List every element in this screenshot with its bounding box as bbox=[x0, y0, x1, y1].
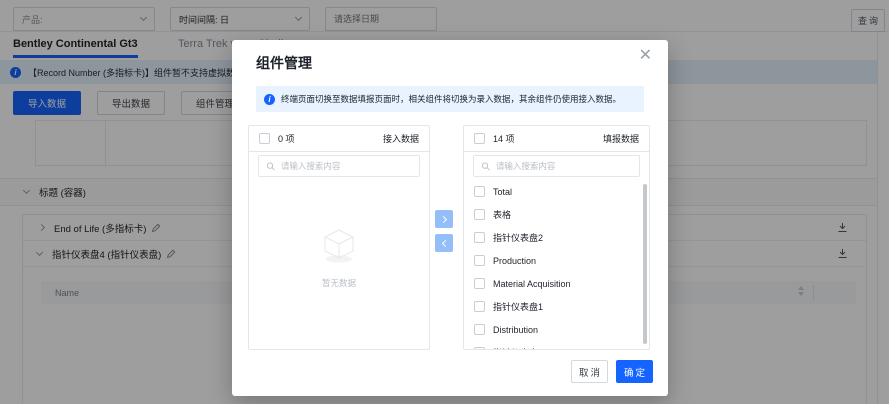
alert-text: 终端页面切换至数据填报页面时，相关组件将切换为录入数据，其余组件仍使用接入数据。 bbox=[281, 94, 622, 104]
source-search-input[interactable] bbox=[280, 161, 412, 171]
component-list-item[interactable]: Material Acquisition bbox=[464, 272, 649, 295]
item-checkbox[interactable] bbox=[474, 186, 485, 197]
source-search-box bbox=[258, 155, 420, 177]
search-icon bbox=[266, 161, 275, 170]
item-checkbox[interactable] bbox=[474, 209, 485, 220]
target-search-input[interactable] bbox=[495, 161, 632, 171]
cancel-button[interactable]: 取消 bbox=[571, 360, 608, 383]
select-all-checkbox[interactable] bbox=[259, 133, 270, 144]
item-label: 指针仪表盘 bbox=[493, 346, 538, 349]
target-search-box bbox=[473, 155, 640, 177]
component-list-item[interactable]: 指针仪表盘 bbox=[464, 341, 649, 349]
component-list-item[interactable]: 指针仪表盘2 bbox=[464, 226, 649, 249]
list-scrollbar[interactable] bbox=[643, 184, 647, 344]
empty-state: 暂无数据 bbox=[249, 226, 429, 289]
item-label: Production bbox=[493, 255, 537, 266]
target-type-label: 填报数据 bbox=[602, 134, 639, 144]
item-checkbox[interactable] bbox=[474, 255, 485, 266]
component-list-item[interactable]: Production bbox=[464, 249, 649, 272]
modal-title: 组件管理 bbox=[256, 55, 312, 71]
item-checkbox[interactable] bbox=[474, 324, 485, 335]
item-label: Total bbox=[493, 186, 513, 197]
select-all-checkbox[interactable] bbox=[474, 133, 485, 144]
item-label: 表格 bbox=[493, 210, 512, 220]
move-left-button[interactable] bbox=[435, 234, 453, 252]
component-manage-modal: 组件管理 ✕ i 终端页面切换至数据填报页面时，相关组件将切换为录入数据，其余组… bbox=[232, 40, 668, 396]
target-panel-header: 14 项 填报数据 bbox=[464, 126, 649, 152]
item-label: Material Acquisition bbox=[493, 278, 571, 289]
empty-box-icon bbox=[324, 229, 354, 263]
component-list: Total 表格 指针仪表盘2 Production Material Acqu… bbox=[464, 180, 649, 349]
confirm-button[interactable]: 确定 bbox=[616, 360, 653, 383]
info-icon: i bbox=[264, 93, 275, 105]
component-list-item[interactable]: Total bbox=[464, 180, 649, 203]
item-label: 指针仪表盘1 bbox=[493, 302, 544, 312]
component-list-item[interactable]: 指针仪表盘1 bbox=[464, 295, 649, 318]
screen: 产品: 时间间隔: 日 查询 Bentley Continental Gt3 T… bbox=[0, 0, 889, 404]
component-list-item[interactable]: 表格 bbox=[464, 203, 649, 226]
target-panel: 14 项 填报数据 Total bbox=[463, 125, 650, 350]
close-icon[interactable]: ✕ bbox=[639, 48, 652, 64]
search-icon bbox=[481, 161, 490, 170]
item-label: Distribution bbox=[493, 324, 539, 335]
item-checkbox[interactable] bbox=[474, 232, 485, 243]
source-count: 0 项 bbox=[278, 134, 295, 144]
item-checkbox[interactable] bbox=[474, 278, 485, 289]
modal-alert: i 终端页面切换至数据填报页面时，相关组件将切换为录入数据，其余组件仍使用接入数… bbox=[256, 86, 644, 112]
item-checkbox[interactable] bbox=[474, 301, 485, 312]
source-panel-header: 0 项 接入数据 bbox=[249, 126, 429, 152]
source-type-label: 接入数据 bbox=[382, 134, 419, 144]
target-count: 14 项 bbox=[493, 134, 515, 144]
move-right-button[interactable] bbox=[435, 210, 453, 228]
empty-text: 暂无数据 bbox=[321, 278, 356, 288]
item-checkbox[interactable] bbox=[474, 347, 485, 349]
transfer-controls bbox=[435, 210, 453, 252]
item-label: 指针仪表盘2 bbox=[493, 233, 544, 243]
component-list-item[interactable]: Distribution bbox=[464, 318, 649, 341]
source-panel: 0 项 接入数据 暂无数据 bbox=[248, 125, 430, 350]
